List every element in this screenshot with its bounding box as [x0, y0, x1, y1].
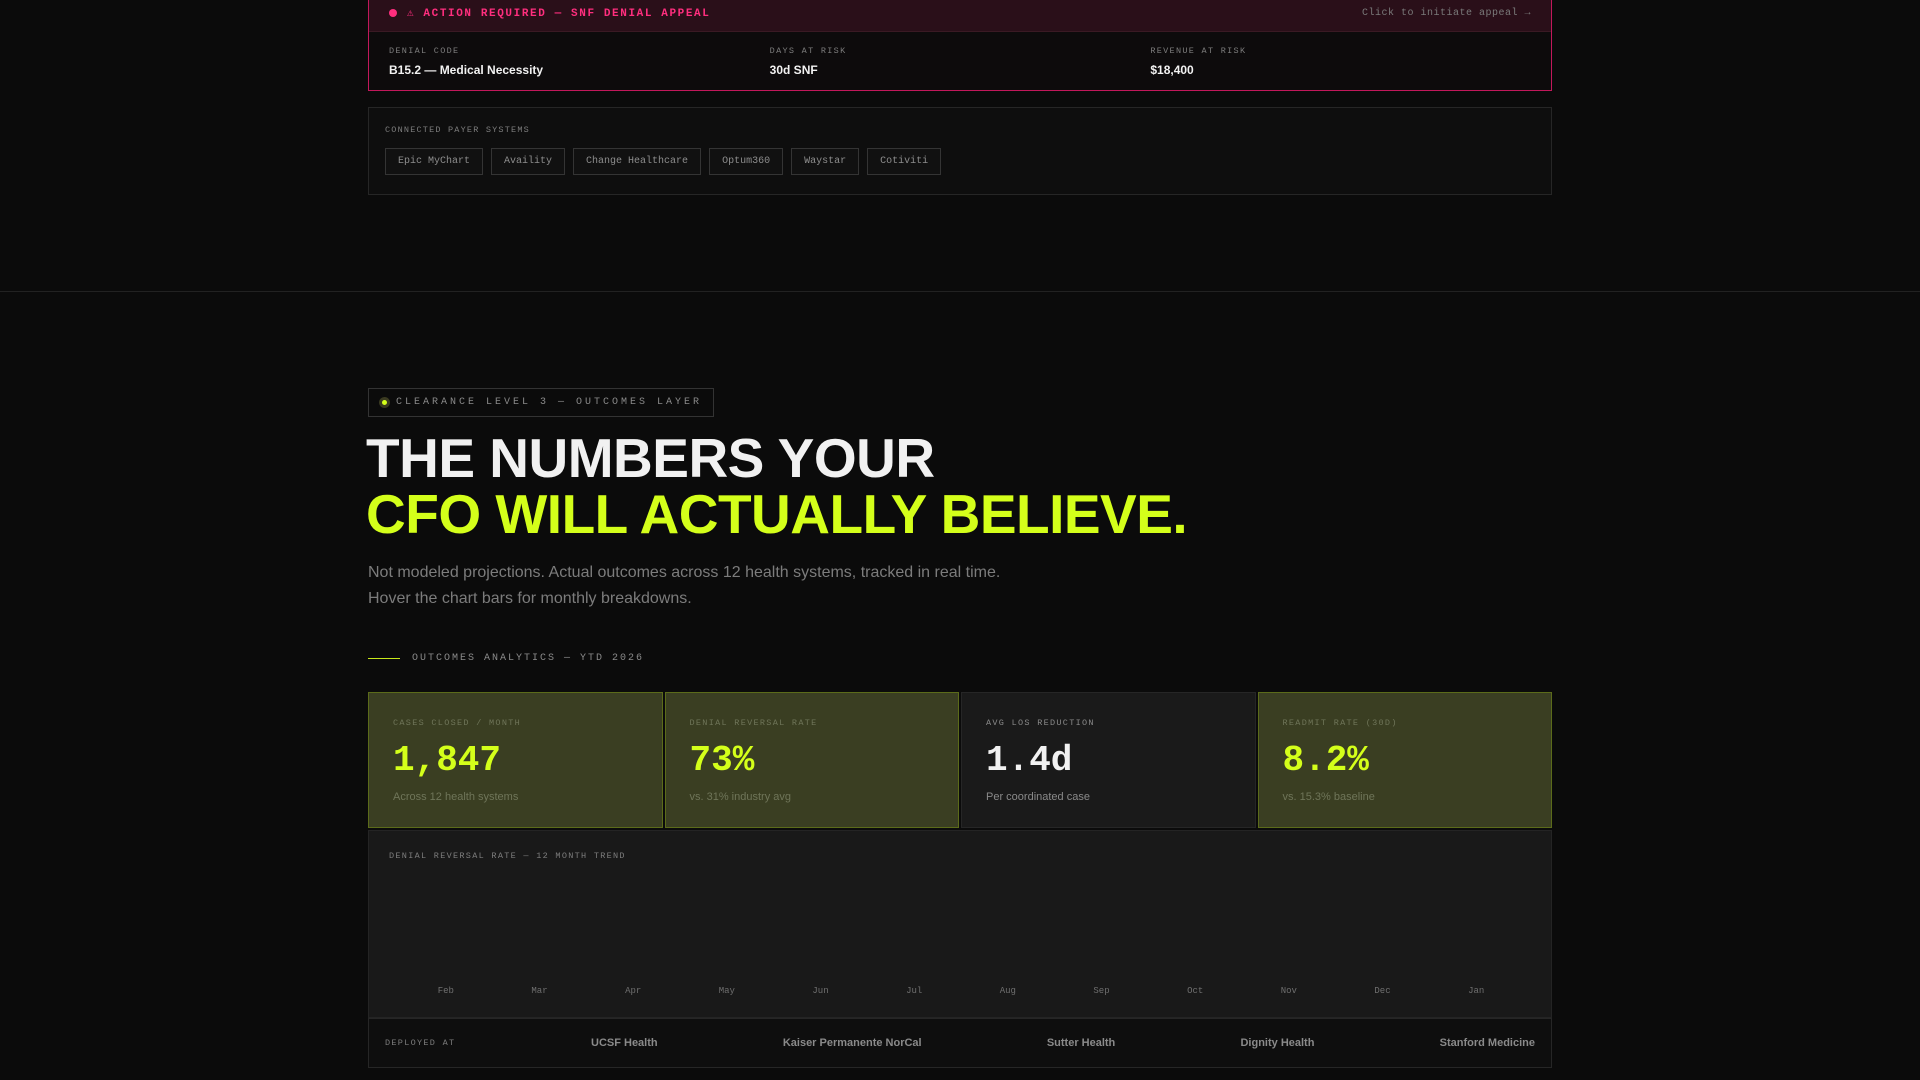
alert-fields: DENIAL CODE B15.2 — Medical Necessity DA… [369, 32, 1551, 77]
alert-field-label: DENIAL CODE [389, 46, 460, 56]
connected-payers-panel: CONNECTED PAYER SYSTEMS Epic MyChart Ava… [368, 107, 1552, 195]
alert-field-revenue-at-risk: REVENUE AT RISK $18,400 [1150, 46, 1531, 77]
stat-note: Across 12 health systems [393, 791, 519, 803]
chart-title: DENIAL REVERSAL RATE — 12 MONTH TREND [389, 851, 626, 861]
clearance-badge: CLEARANCE LEVEL 3 — OUTCOMES LAYER [368, 388, 714, 417]
stat-card-readmit-rate: READMIT RATE (30D) 8.2% vs. 15.3% baseli… [1257, 692, 1552, 828]
payer-chip[interactable]: Cotiviti [867, 148, 942, 175]
org-name: Kaiser Permanente NorCal [782, 1037, 922, 1049]
payers-label: CONNECTED PAYER SYSTEMS [385, 125, 530, 135]
payer-chip[interactable]: Epic MyChart [385, 148, 484, 175]
alert-field-value: B15.2 — Medical Necessity [389, 63, 544, 77]
payer-chip[interactable]: Availity [491, 148, 566, 175]
chart-x-tick-label: Sep [1093, 986, 1109, 996]
stat-card-los-reduction: AVG LOS REDUCTION 1.4d Per coordinated c… [961, 692, 1256, 828]
headline-line-2: CFO WILL ACTUALLY BELIEVE. [366, 483, 1188, 545]
stat-card-denial-reversal: DENIAL REVERSAL RATE 73% vs. 31% industr… [664, 692, 959, 828]
chart-x-tick-label: Feb [438, 986, 454, 996]
org-name: UCSF Health [591, 1037, 658, 1049]
accent-rule [368, 658, 400, 659]
chart-x-tick-label: Jun [812, 986, 828, 996]
stat-card-row: CASES CLOSED / MONTH 1,847 Across 12 hea… [368, 692, 1552, 828]
initiate-appeal-link[interactable]: Click to initiate appeal → [1362, 8, 1531, 19]
stat-label: CASES CLOSED / MONTH [393, 718, 522, 728]
stat-value: 1.4d [986, 740, 1073, 781]
alert-title: ⚠ ACTION REQUIRED — SNF DENIAL APPEAL [407, 8, 711, 20]
org-name: Stanford Medicine [1439, 1037, 1535, 1049]
alert-header: ⚠ ACTION REQUIRED — SNF DENIAL APPEAL Cl… [369, 0, 1551, 32]
stat-value: 8.2% [1282, 740, 1369, 781]
chart-x-tick-label: Jul [906, 986, 922, 996]
stat-label: AVG LOS REDUCTION [986, 718, 1095, 728]
chart-x-tick-label: Nov [1281, 986, 1298, 996]
stat-card-cases-closed: CASES CLOSED / MONTH 1,847 Across 12 hea… [368, 692, 663, 828]
alert-field-label: REVENUE AT RISK [1150, 46, 1247, 56]
analytics-section-label: OUTCOMES ANALYTICS — YTD 2026 [368, 653, 644, 664]
alert-field-days-at-risk: DAYS AT RISK 30d SNF [770, 46, 1151, 77]
alert-field-denial-code: DENIAL CODE B15.2 — Medical Necessity [389, 46, 770, 77]
chart-x-tick-label: Dec [1374, 986, 1390, 996]
stat-label: DENIAL REVERSAL RATE [689, 718, 818, 728]
chart-x-tick-label: Jan [1468, 986, 1484, 996]
chart-x-tick-label: Apr [625, 986, 641, 996]
stat-note: Per coordinated case [986, 791, 1090, 803]
payer-chip[interactable]: Change Healthcare [573, 148, 702, 175]
alert-field-value: 30d SNF [769, 63, 818, 77]
alert-field-label: DAYS AT RISK [769, 46, 847, 56]
subtitle-line-1: Not modeled projections. Actual outcomes… [368, 564, 1001, 581]
deployed-org-list: UCSF Health Kaiser Permanente NorCal Sut… [511, 1037, 1535, 1049]
stat-note: vs. 15.3% baseline [1282, 791, 1375, 803]
stat-note: vs. 31% industry avg [689, 791, 792, 803]
deployed-at-strip: DEPLOYED AT UCSF Health Kaiser Permanent… [368, 1018, 1552, 1068]
section-divider [0, 291, 1920, 292]
deployed-label: DEPLOYED AT [385, 1038, 456, 1048]
payer-chip[interactable]: Waystar [791, 148, 860, 175]
denial-alert-card[interactable]: ⚠ ACTION REQUIRED — SNF DENIAL APPEAL Cl… [368, 0, 1552, 91]
alert-status-dot [389, 9, 397, 17]
stat-value: 73% [689, 740, 755, 781]
trend-chart-svg: Feb Mar Apr May Jun Jul Aug Sep Oct Nov Dec Jan [438, 986, 1485, 996]
alert-field-value: $18,400 [1150, 63, 1194, 77]
chart-x-tick-label: Aug [1000, 986, 1016, 996]
analytics-label-text: OUTCOMES ANALYTICS — YTD 2026 [412, 653, 645, 664]
denial-reversal-trend-chart: DENIAL REVERSAL RATE — 12 MONTH TREND Fe… [368, 830, 1552, 1018]
chart-x-tick-label: Oct [1187, 986, 1203, 996]
page-headline: THE NUMBERS YOUR CFO WILL ACTUALLY BELIE… [366, 427, 1188, 545]
subtitle-line-2: Hover the chart bars for monthly breakdo… [368, 590, 692, 607]
chart-x-tick-label: May [719, 986, 736, 996]
stat-value: 1,847 [393, 740, 502, 781]
clearance-badge-text: CLEARANCE LEVEL 3 — OUTCOMES LAYER [396, 397, 703, 408]
stat-label: READMIT RATE (30D) [1282, 718, 1398, 728]
payer-chip[interactable]: Optum360 [709, 148, 784, 175]
page-subtitle: Not modeled projections. Actual outcomes… [368, 560, 1000, 612]
alert-title-group: ⚠ ACTION REQUIRED — SNF DENIAL APPEAL [389, 6, 710, 20]
org-name: Sutter Health [1046, 1037, 1116, 1049]
payer-chip-list: Epic MyChart Availity Change Healthcare … [385, 148, 1535, 175]
chart-x-tick-label: Mar [531, 986, 547, 996]
org-name: Dignity Health [1240, 1037, 1315, 1049]
status-dot-icon [379, 397, 390, 408]
headline-line-1: THE NUMBERS YOUR [366, 427, 935, 489]
